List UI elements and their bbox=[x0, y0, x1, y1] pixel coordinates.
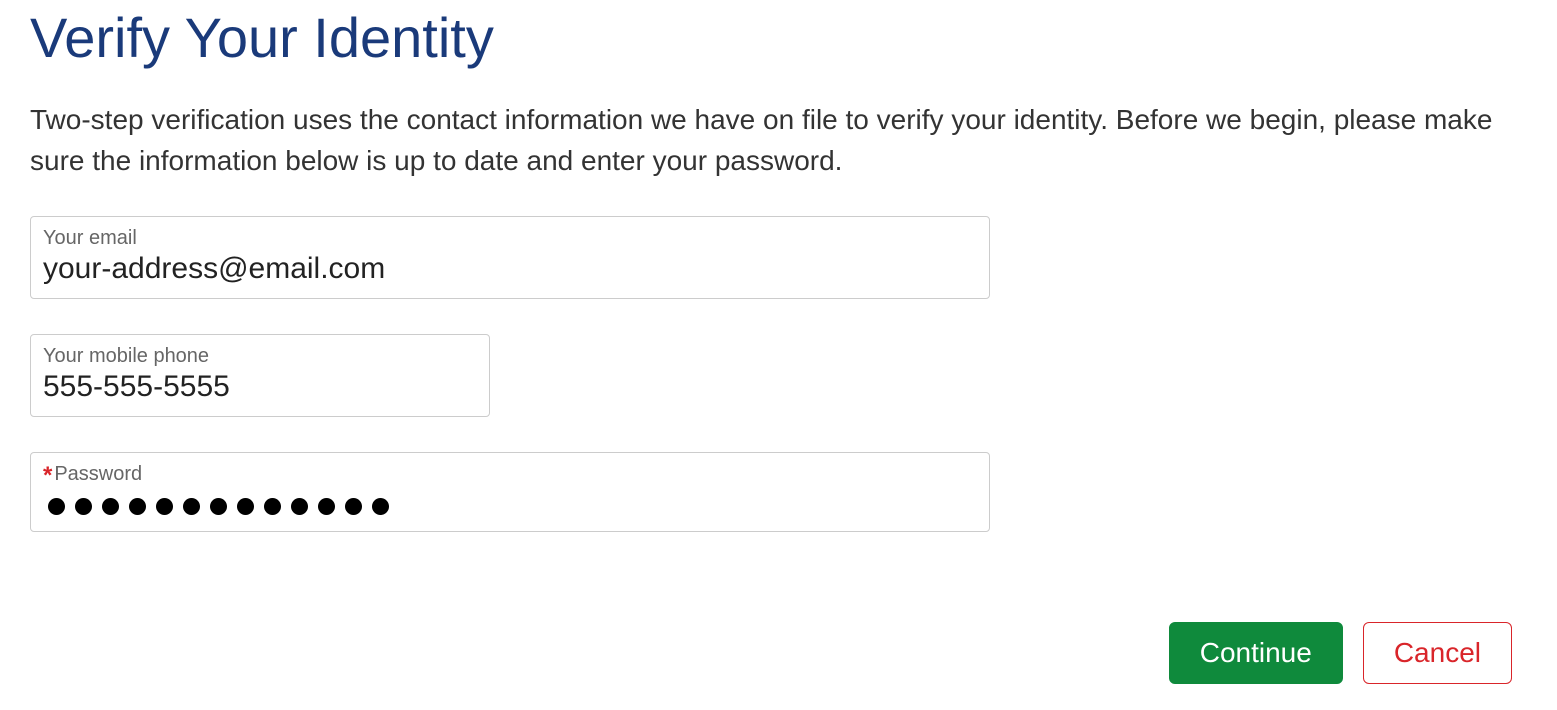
password-dot-icon bbox=[129, 498, 146, 515]
cancel-button[interactable]: Cancel bbox=[1363, 622, 1512, 684]
verification-description: Two-step verification uses the contact i… bbox=[30, 100, 1527, 181]
email-label: Your email bbox=[43, 227, 977, 250]
password-dot-icon bbox=[318, 498, 335, 515]
button-row: Continue Cancel bbox=[30, 622, 1527, 684]
phone-field-group: Your mobile phone bbox=[30, 334, 1527, 417]
password-dot-icon bbox=[102, 498, 119, 515]
password-label: Password bbox=[54, 463, 142, 486]
password-dot-icon bbox=[345, 498, 362, 515]
continue-button[interactable]: Continue bbox=[1169, 622, 1343, 684]
password-input-container[interactable]: * Password bbox=[30, 452, 990, 532]
phone-label: Your mobile phone bbox=[43, 345, 477, 368]
password-dot-icon bbox=[183, 498, 200, 515]
email-field-group: Your email bbox=[30, 216, 1527, 299]
password-dot-icon bbox=[156, 498, 173, 515]
page-title: Verify Your Identity bbox=[30, 5, 1527, 70]
password-dot-icon bbox=[75, 498, 92, 515]
phone-input[interactable] bbox=[43, 370, 477, 404]
password-dot-icon bbox=[372, 498, 389, 515]
password-dot-icon bbox=[264, 498, 281, 515]
password-dot-icon bbox=[210, 498, 227, 515]
password-dot-icon bbox=[237, 498, 254, 515]
password-dot-icon bbox=[291, 498, 308, 515]
email-input[interactable] bbox=[43, 252, 977, 286]
password-field-group: * Password bbox=[30, 452, 1527, 532]
phone-input-container[interactable]: Your mobile phone bbox=[30, 334, 490, 417]
email-input-container[interactable]: Your email bbox=[30, 216, 990, 299]
password-input[interactable] bbox=[43, 498, 977, 515]
password-dot-icon bbox=[48, 498, 65, 515]
required-asterisk-icon: * bbox=[43, 464, 52, 488]
